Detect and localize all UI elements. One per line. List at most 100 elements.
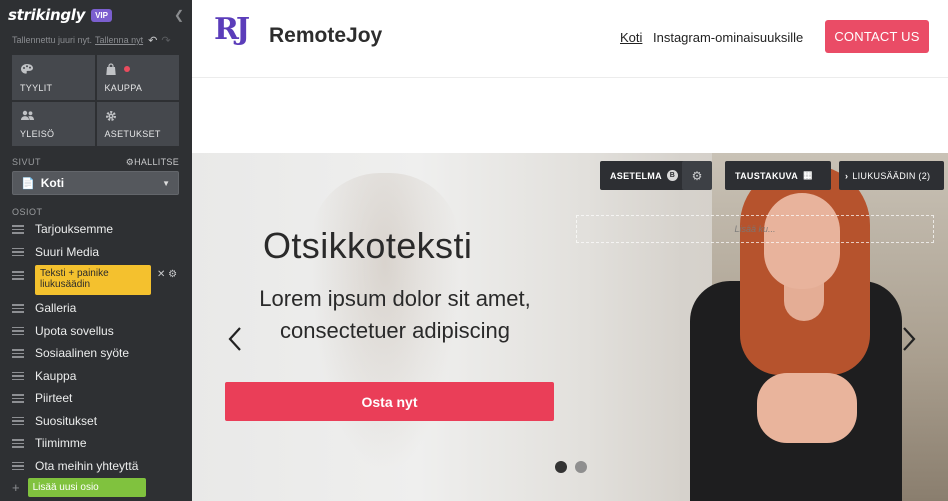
hero-title[interactable]: Otsikkoteksti (263, 225, 472, 267)
section-label: Tarjouksemme (35, 222, 114, 237)
section-label: Sosiaalinen syöte (35, 346, 130, 361)
nav-home[interactable]: Koti (620, 30, 642, 45)
background-label: TAUSTAKUVA (735, 170, 798, 181)
page-icon: 📄 (21, 177, 35, 190)
people-icon (20, 110, 87, 124)
manage-pages-button[interactable]: ⚙HALLITSE (126, 157, 179, 168)
site-header: RJ RemoteJoy Koti Instagram-ominaisuuksi… (192, 0, 948, 78)
gear-icon: ⚙ (125, 157, 135, 167)
drag-handle-icon[interactable] (12, 460, 24, 473)
contact-button[interactable]: CONTACT US (825, 20, 929, 53)
pages-heading: SIVUT (12, 157, 42, 167)
add-content-strip[interactable]: Lisää ku... (576, 215, 934, 243)
list-item[interactable]: Upota sovellus (0, 320, 192, 343)
notification-dot (123, 66, 130, 72)
section-label: Teksti + painike liukusäädin (35, 265, 151, 295)
add-content-hint: Lisää ku... (734, 224, 776, 234)
hero-slider: Otsikkoteksti Lorem ipsum dolor sit amet… (192, 153, 948, 501)
list-item[interactable]: Galleria (0, 297, 192, 320)
tile-store[interactable]: KAUPPA (96, 55, 179, 100)
slider-dots (555, 461, 595, 473)
hero-person-hands (757, 373, 857, 443)
slider-dot[interactable] (575, 461, 587, 473)
site-logo-text: RemoteJoy (269, 24, 383, 47)
drag-handle-icon[interactable] (12, 246, 24, 259)
section-tools: ✕ ⚙ (157, 269, 177, 280)
drag-handle-icon[interactable] (12, 325, 24, 338)
list-item[interactable]: Suositukset (0, 410, 192, 433)
chevron-down-icon: ▼ (162, 178, 170, 188)
tile-label: KAUPPA (104, 82, 143, 93)
sidebar-tiles: TYYLIT KAUPPA YLEISÖ ASETUKSET (12, 55, 179, 146)
gear-icon (105, 110, 172, 124)
section-label: Piirteet (35, 391, 73, 406)
redo-icon: ↷ (161, 34, 171, 47)
undo-icon[interactable]: ↶ (148, 34, 157, 47)
gear-icon[interactable]: ⚙ (168, 269, 177, 280)
section-label: Suuri Media (35, 244, 100, 259)
drag-handle-icon[interactable] (12, 370, 24, 383)
close-icon[interactable]: ✕ (157, 269, 165, 280)
drag-handle-icon[interactable] (12, 392, 24, 405)
slider-next-icon[interactable] (900, 325, 918, 353)
tile-label: YLEISÖ (20, 129, 55, 139)
drag-handle-icon[interactable] (12, 269, 24, 282)
tile-label: TYYLIT (20, 82, 53, 93)
current-page: Koti (40, 176, 65, 190)
list-item[interactable]: Suuri Media (0, 241, 192, 264)
editor-sidebar: strikingly VIP ❮ Tallennettu juuri nyt. … (0, 0, 192, 501)
saved-text: Tallennettu juuri nyt. (12, 35, 93, 45)
page-select[interactable]: 📄 Koti ▼ (12, 171, 179, 195)
list-item-active[interactable]: Teksti + painike liukusäädin ✕ ⚙ (0, 263, 192, 297)
section-settings-button[interactable]: ⚙ (682, 161, 712, 190)
brand-logo: strikingly (8, 6, 86, 24)
section-label: Upota sovellus (35, 323, 114, 338)
hero-subtitle[interactable]: Lorem ipsum dolor sit amet, consectetuer… (230, 283, 560, 347)
drag-handle-icon[interactable] (12, 415, 24, 428)
section-label: Tiimimme (35, 436, 87, 451)
buy-now-button[interactable]: Osta nyt (225, 382, 554, 421)
gear-icon: ⚙ (691, 168, 703, 183)
slider-button[interactable]: › LIUKUSÄÄDIN (2) (839, 161, 944, 190)
sidebar-header: strikingly VIP ❮ (0, 0, 192, 30)
slider-label: LIUKUSÄÄDIN (2) (852, 170, 931, 181)
save-now-link[interactable]: Tallenna nyt (95, 35, 143, 45)
nav-instagram[interactable]: Instagram-ominaisuuksille (653, 30, 803, 45)
tile-styles[interactable]: TYYLIT (12, 55, 95, 100)
list-item[interactable]: Sosiaalinen syöte (0, 342, 192, 365)
list-item[interactable]: Kauppa (0, 365, 192, 388)
image-icon: ▦ (803, 170, 813, 181)
manage-label: HALLITSE (134, 157, 179, 167)
list-item[interactable]: Ota meihin yhteyttä (0, 455, 192, 478)
chevron-right-icon: › (845, 170, 849, 181)
drag-handle-icon[interactable] (12, 302, 24, 315)
background-image-button[interactable]: TAUSTAKUVA ▦ (725, 161, 831, 190)
list-item[interactable]: Tarjouksemme (0, 218, 192, 241)
slider-dot-active[interactable] (555, 461, 567, 473)
list-item[interactable]: Piirteet (0, 387, 192, 410)
drag-handle-icon[interactable] (12, 347, 24, 360)
layout-badge: B (666, 170, 678, 181)
drag-handle-icon[interactable] (12, 223, 24, 236)
section-label: Galleria (35, 301, 77, 316)
vip-badge: VIP (91, 8, 112, 22)
tile-audience[interactable]: YLEISÖ (12, 101, 95, 146)
save-status: Tallennettu juuri nyt. Tallenna nyt ↶ ↷ (0, 30, 192, 48)
list-item[interactable]: Tiimimme (0, 432, 192, 455)
collapse-sidebar-icon[interactable]: ❮ (174, 8, 184, 22)
section-label: Suositukset (35, 413, 98, 428)
drag-handle-icon[interactable] (12, 437, 24, 450)
add-section-label: Lisää uusi osio (27, 478, 146, 497)
add-section-button[interactable]: + Lisää uusi osio (12, 478, 146, 497)
slider-prev-icon[interactable] (226, 325, 244, 353)
layout-label: ASETELMA (610, 170, 662, 181)
section-list: Tarjouksemme Suuri Media Teksti + painik… (0, 218, 192, 477)
layout-button[interactable]: ASETELMA B (600, 161, 688, 190)
bag-icon (105, 63, 172, 77)
section-label: Kauppa (35, 368, 77, 383)
tile-label: ASETUKSET (104, 129, 161, 139)
site-logo-mark: RJ (214, 12, 250, 47)
tile-settings[interactable]: ASETUKSET (96, 101, 179, 146)
sections-heading: OSIOT (12, 207, 43, 217)
plus-icon: + (12, 480, 20, 495)
